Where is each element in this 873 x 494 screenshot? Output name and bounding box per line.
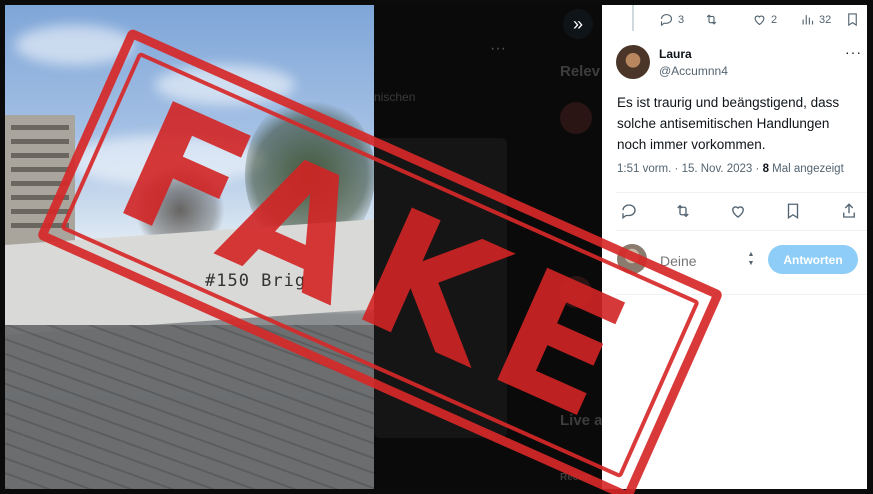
retweet-button[interactable] — [674, 202, 692, 220]
analytics-icon — [802, 15, 814, 25]
bookmark-button[interactable] — [845, 12, 860, 27]
tweet-date[interactable]: 15. Nov. 2023 — [682, 163, 753, 175]
author-name[interactable]: Laura — [659, 47, 692, 61]
views-button[interactable]: 32 — [800, 12, 831, 27]
tweet-time[interactable]: 1:51 vorm. — [617, 163, 671, 175]
views-label: Mal angezeigt — [768, 163, 844, 175]
retweet-button[interactable] — [704, 12, 719, 27]
thread-line — [632, 5, 634, 31]
expand-button[interactable]: » — [563, 9, 593, 39]
more-options-icon[interactable]: ··· — [845, 44, 862, 60]
dimmed-text: nischen — [374, 90, 416, 104]
double-chevron-right-icon: » — [572, 13, 583, 34]
reply-count-button[interactable]: 3 — [659, 12, 684, 27]
reply-icon — [622, 204, 636, 220]
reply-count: 3 — [678, 13, 685, 26]
dimmed-more-icon: ··· — [490, 40, 506, 57]
dimmed-relevant-heading: Relev — [560, 63, 601, 80]
like-button[interactable] — [729, 202, 747, 220]
share-icon — [843, 203, 855, 218]
divider — [616, 192, 867, 193]
like-count: 2 — [771, 13, 778, 26]
heart-icon — [754, 15, 765, 26]
bookmark-button[interactable] — [784, 202, 802, 220]
avatar[interactable] — [616, 45, 650, 79]
tweet-timestamp: 1:51 vorm. · 15. Nov. 2023 · 8 Mal angez… — [617, 163, 844, 175]
views-count: 32 — [819, 13, 832, 26]
bookmark-icon — [848, 13, 857, 27]
bookmark-icon — [787, 203, 799, 220]
reply-spinner[interactable]: ▲ ▼ — [746, 250, 756, 270]
reply-icon — [660, 13, 673, 27]
reply-submit-button[interactable]: Antworten — [768, 245, 858, 274]
tweet-text: Es ist traurig und beängstigend, dass so… — [617, 95, 840, 152]
retweet-icon — [677, 204, 689, 218]
share-button[interactable] — [840, 202, 858, 220]
separator: · — [671, 163, 682, 175]
like-count-button[interactable]: 2 — [752, 12, 777, 27]
heart-icon — [732, 206, 744, 218]
author-handle[interactable]: @Accumnn4 — [659, 64, 728, 78]
dimmed-avatar — [560, 102, 592, 134]
screenshot-frame: #150 Brig ··· nischen Relev Live a Recon… — [0, 0, 873, 494]
retweet-icon — [706, 14, 717, 25]
divider — [616, 230, 867, 231]
reply-button[interactable] — [620, 202, 638, 220]
separator: · — [752, 163, 763, 175]
